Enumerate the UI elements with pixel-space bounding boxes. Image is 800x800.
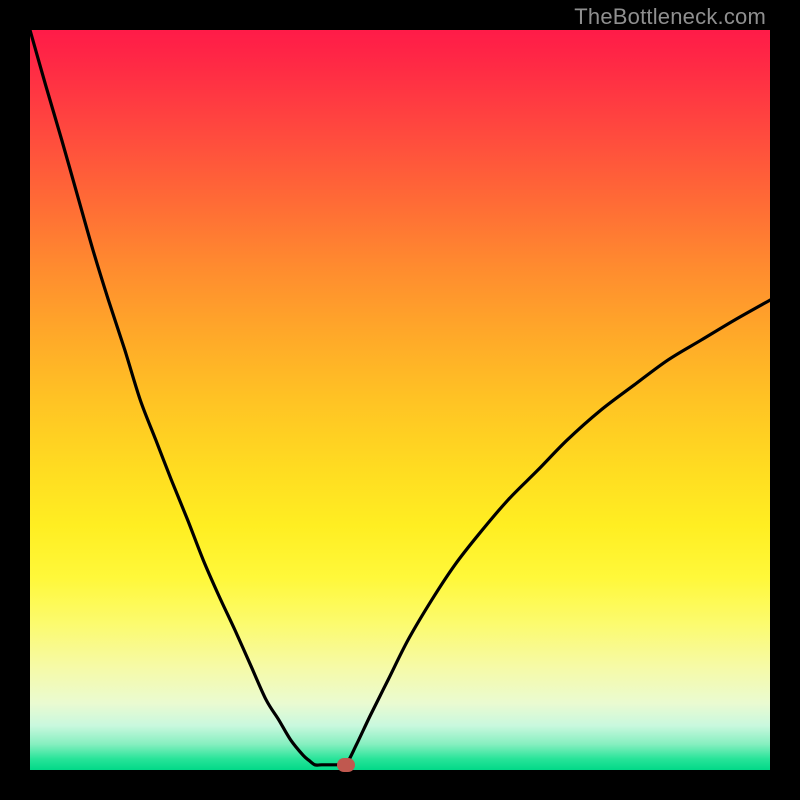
bottleneck-curve bbox=[30, 30, 770, 770]
curve-path bbox=[30, 30, 770, 766]
optimal-point-marker bbox=[337, 758, 355, 772]
chart-frame bbox=[30, 30, 770, 770]
watermark-text: TheBottleneck.com bbox=[574, 4, 766, 30]
